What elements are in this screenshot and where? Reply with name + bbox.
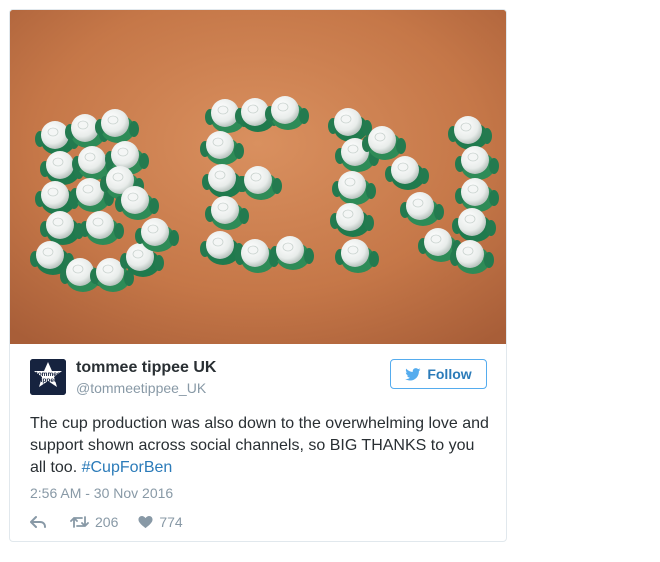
tommee-tippee-logo: tommee tippee [30, 359, 66, 395]
tweet-actions: 206 774 [30, 512, 183, 532]
reply-button[interactable] [30, 515, 46, 529]
photo-ben-cups [10, 10, 506, 344]
tweet-timestamp[interactable]: 2:56 AM - 30 Nov 2016 [30, 485, 173, 501]
svg-text:tippee: tippee [38, 377, 58, 384]
follow-button[interactable]: Follow [390, 359, 487, 389]
avatar[interactable]: tommee tippee [30, 359, 66, 395]
display-name[interactable]: tommee tippee UK [76, 359, 216, 377]
follow-label: Follow [427, 366, 472, 382]
like-count: 774 [159, 514, 183, 530]
user-handle[interactable]: @tommeetippee_UK [76, 380, 206, 396]
tweet-card: tommee tippee tommee tippee UK @tommeeti… [9, 9, 507, 542]
twitter-bird-icon [405, 367, 421, 380]
tweet-text: The cup production was also down to the … [30, 413, 490, 479]
tweet-header: tommee tippee tommee tippee UK @tommeeti… [30, 359, 490, 403]
retweet-button[interactable]: 206 [70, 514, 118, 530]
tweet-photo[interactable] [10, 10, 506, 344]
hashtag-link[interactable]: #CupForBen [82, 459, 173, 476]
reply-icon [30, 516, 46, 528]
heart-icon [138, 516, 153, 529]
retweet-icon [70, 516, 89, 528]
like-button[interactable]: 774 [138, 514, 183, 530]
retweet-count: 206 [95, 514, 119, 530]
